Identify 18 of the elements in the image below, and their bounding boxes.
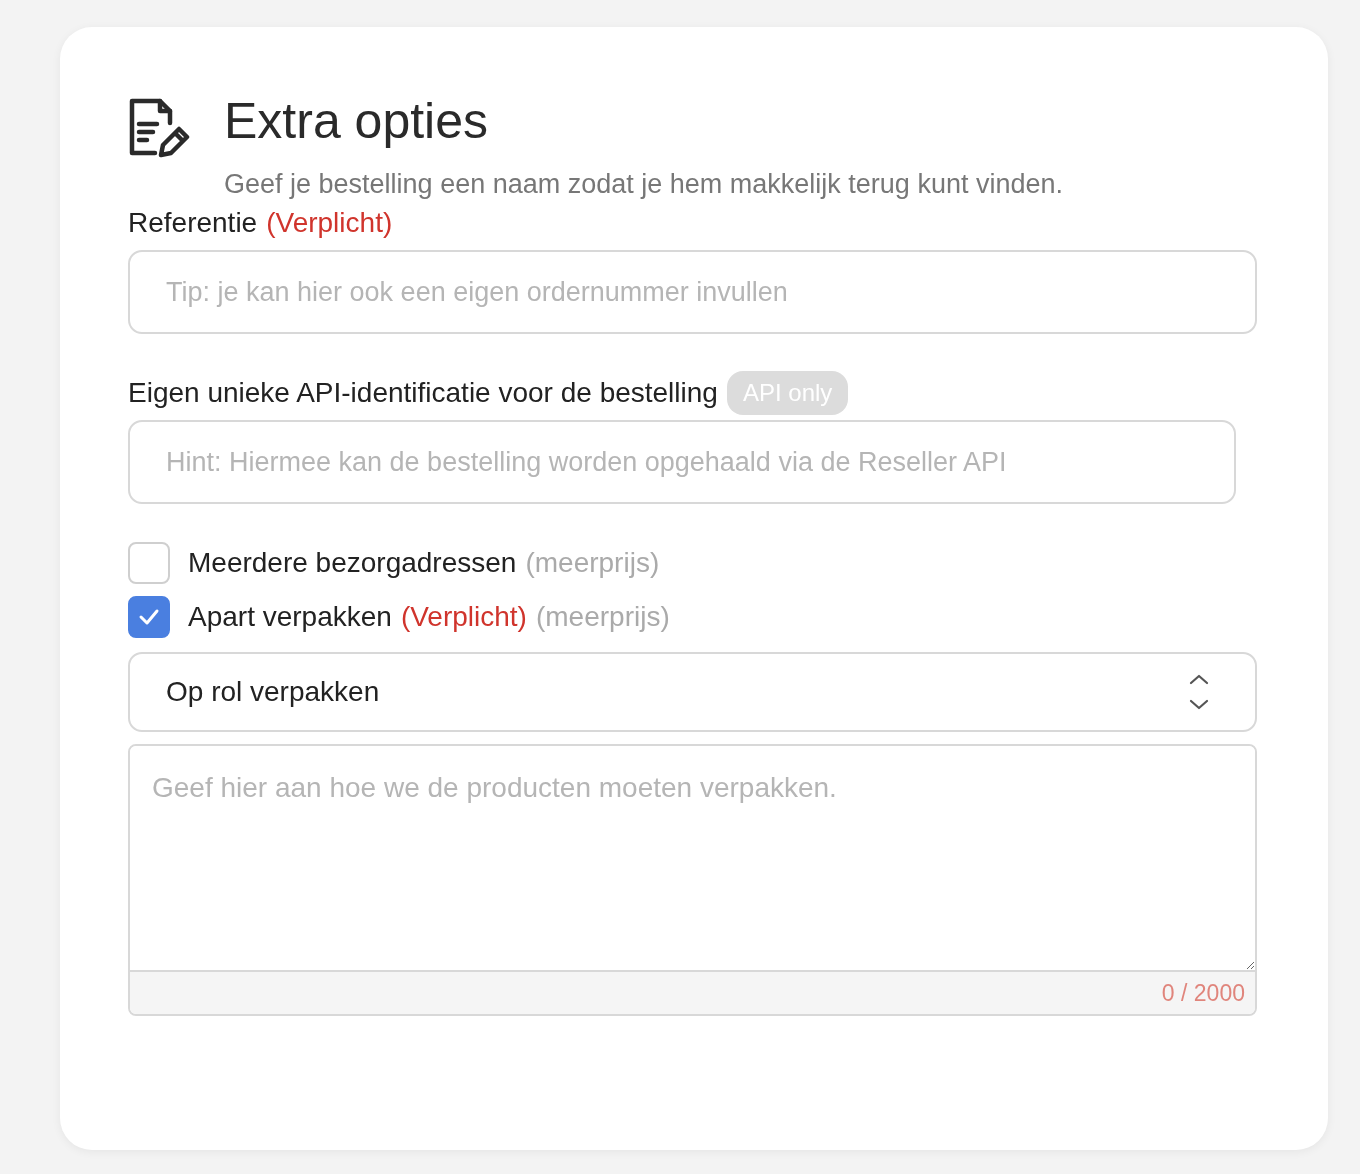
option-label: Apart verpakken [188,601,392,633]
surcharge-note: (meerprijs) [535,601,670,633]
document-edit-icon [128,97,190,159]
text-input-field[interactable]: Tip: je kan hier ook een eigen ordernummer invullen [128,250,1257,334]
packaging-select[interactable]: Op rol verpakken [128,652,1257,732]
field-label: Referentie [128,207,258,239]
checkbox[interactable] [128,542,170,584]
section-subtitle: Geef je bestelling een naam zodat je hem makkelijk terug kunt vinden. [224,169,1063,200]
character-counter: 0 / 2000 [1161,979,1245,1007]
required-note: (Verplicht) [400,601,527,633]
section-title: Extra opties [224,92,489,151]
option-label: Meerdere bezorgadressen [188,547,517,579]
surcharge-note: (meerprijs) [525,547,660,579]
required-note: (Verplicht) [266,207,393,239]
chevron-up-down-icon [1187,673,1211,711]
text-input-field[interactable]: Hint: Hiermee kan de bestelling worden opgehaald via de Reseller API [128,420,1236,504]
checkbox[interactable] [128,596,170,638]
field-label: Eigen unieke API-identificatie voor de bestelling [128,377,718,409]
